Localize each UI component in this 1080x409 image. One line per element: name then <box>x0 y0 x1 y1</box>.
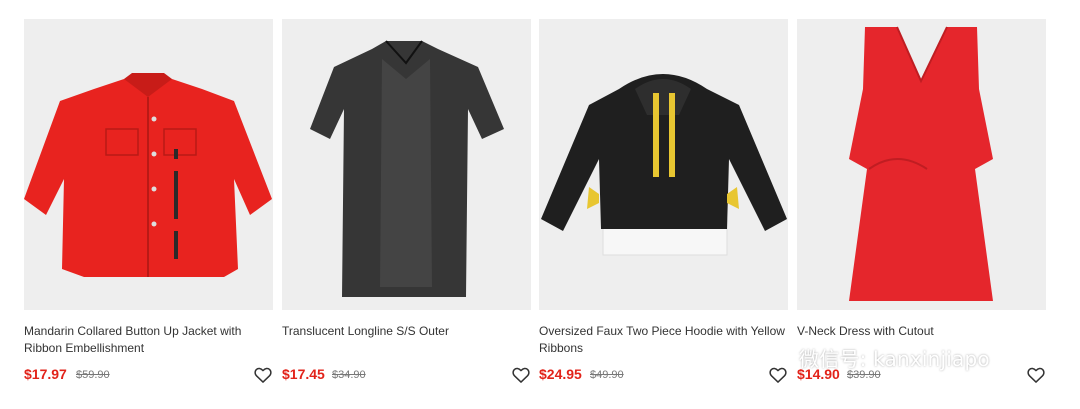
wechat-icon <box>757 340 791 374</box>
product-image-dress[interactable] <box>797 19 1046 310</box>
wishlist-heart-icon[interactable] <box>511 365 531 385</box>
sale-price: $24.95 <box>539 366 582 382</box>
product-card-outer[interactable]: Translucent Longline S/S Outer $17.45 $3… <box>282 0 531 409</box>
original-price: $49.90 <box>590 369 624 381</box>
watermark-text: 微信号: kanxinjiapo <box>799 346 990 371</box>
product-card-jacket[interactable]: Mandarin Collared Button Up Jacket with … <box>24 0 273 409</box>
wishlist-heart-icon[interactable] <box>253 365 273 385</box>
sale-price: $17.97 <box>24 366 67 382</box>
product-title[interactable]: Mandarin Collared Button Up Jacket with … <box>24 323 273 356</box>
original-price: $59.90 <box>76 369 110 381</box>
wishlist-heart-icon[interactable] <box>1026 365 1046 385</box>
sale-price: $17.45 <box>282 366 325 382</box>
product-title[interactable]: Translucent Longline S/S Outer <box>282 323 531 340</box>
product-image-jacket[interactable] <box>24 19 273 310</box>
product-title[interactable]: V-Neck Dress with Cutout <box>797 323 1046 340</box>
original-price: $34.90 <box>332 369 366 381</box>
wechat-watermark: 微信号: kanxinjiapo <box>757 340 990 374</box>
product-card-hoodie[interactable]: Oversized Faux Two Piece Hoodie with Yel… <box>539 0 788 409</box>
product-image-hoodie[interactable] <box>539 19 788 310</box>
product-title[interactable]: Oversized Faux Two Piece Hoodie with Yel… <box>539 323 788 356</box>
product-image-outer[interactable] <box>282 19 531 310</box>
